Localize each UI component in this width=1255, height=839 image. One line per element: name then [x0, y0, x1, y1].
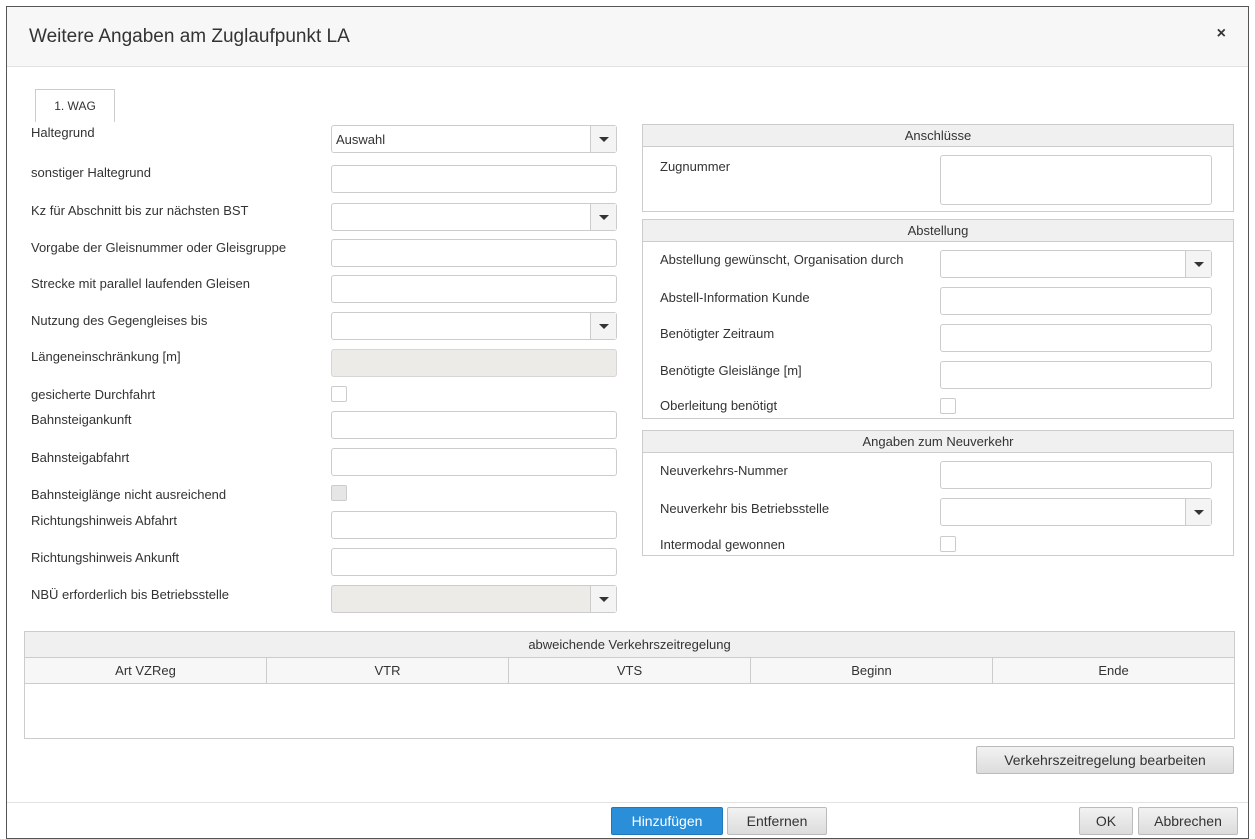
hinzufuegen-button[interactable]: Hinzufügen — [611, 807, 723, 835]
gesicherte-durchfahrt-label: gesicherte Durchfahrt — [31, 387, 156, 402]
laengeneinschraenkung-input — [331, 349, 617, 377]
kz-abschnitt-label: Kz für Abschnitt bis zur nächsten BST — [31, 203, 249, 218]
nbue-select — [331, 585, 617, 613]
column-vts[interactable]: VTS — [509, 658, 751, 684]
column-art-vzreg[interactable]: Art VZReg — [25, 658, 267, 684]
strecke-parallel-input[interactable] — [331, 275, 617, 303]
grid-header: Art VZReg VTR VTS Beginn Ende — [25, 658, 1234, 684]
richtung-abfahrt-label: Richtungshinweis Abfahrt — [31, 513, 177, 528]
verkehrszeitregelung-grid: abweichende Verkehrszeitregelung Art VZR… — [24, 631, 1235, 739]
gesicherte-durchfahrt-checkbox[interactable] — [331, 386, 347, 402]
abstell-information-label: Abstell-Information Kunde — [660, 290, 810, 305]
sonstiger-haltegrund-input[interactable] — [331, 165, 617, 193]
abstellung-organisation-label: Abstellung gewünscht, Organisation durch — [660, 252, 904, 267]
haltegrund-label: Haltegrund — [31, 125, 95, 140]
abstellung-title: Abstellung — [643, 220, 1233, 242]
bahnsteigankunft-input[interactable] — [331, 411, 617, 439]
bahnsteigabfahrt-label: Bahnsteigabfahrt — [31, 450, 130, 465]
chevron-down-icon[interactable] — [1185, 251, 1211, 277]
close-icon[interactable]: × — [1217, 25, 1226, 43]
bahnsteigabfahrt-input[interactable] — [331, 448, 617, 476]
intermodal-label: Intermodal gewonnen — [660, 537, 786, 552]
abbrechen-button[interactable]: Abbrechen — [1138, 807, 1238, 835]
anschluesse-panel: Anschlüsse Zugnummer — [642, 124, 1234, 212]
richtung-ankunft-input[interactable] — [331, 548, 617, 576]
richtung-abfahrt-input[interactable] — [331, 511, 617, 539]
dialog-window: Weitere Angaben am Zuglaufpunkt LA × 1. … — [6, 6, 1249, 839]
anschluesse-title: Anschlüsse — [643, 125, 1233, 147]
zeitraum-input[interactable] — [940, 324, 1212, 352]
entfernen-button[interactable]: Entfernen — [727, 807, 827, 835]
column-ende[interactable]: Ende — [993, 658, 1234, 684]
abstell-information-input[interactable] — [940, 287, 1212, 315]
neuverkehr-panel: Angaben zum Neuverkehr Neuverkehrs-Numme… — [642, 430, 1234, 556]
gleisnummer-input[interactable] — [331, 239, 617, 267]
oberleitung-checkbox[interactable] — [940, 398, 956, 414]
haltegrund-select[interactable]: Auswahl — [331, 125, 617, 153]
zugnummer-label: Zugnummer — [660, 159, 731, 174]
bahnsteiglaenge-label: Bahnsteiglänge nicht ausreichend — [31, 487, 227, 502]
gegengleis-select[interactable] — [331, 312, 617, 340]
sonstiger-haltegrund-label: sonstiger Haltegrund — [31, 165, 151, 180]
nbue-label: NBÜ erforderlich bis Betriebsstelle — [31, 587, 229, 602]
verkehrszeitregelung-bearbeiten-button[interactable]: Verkehrszeitregelung bearbeiten — [976, 746, 1234, 774]
chevron-down-icon — [590, 586, 616, 612]
abstellung-organisation-select[interactable] — [940, 250, 1212, 278]
zeitraum-label: Benötigter Zeitraum — [660, 326, 775, 341]
column-beginn[interactable]: Beginn — [751, 658, 993, 684]
haltegrund-value: Auswahl — [336, 132, 386, 147]
intermodal-checkbox[interactable] — [940, 536, 956, 552]
strecke-parallel-label: Strecke mit parallel laufenden Gleisen — [31, 276, 250, 291]
abstellung-panel: Abstellung Abstellung gewünscht, Organis… — [642, 219, 1234, 419]
chevron-down-icon[interactable] — [590, 126, 616, 152]
laengeneinschraenkung-label: Längeneinschränkung [m] — [31, 349, 181, 364]
bahnsteiglaenge-checkbox — [331, 485, 347, 501]
chevron-down-icon[interactable] — [1185, 499, 1211, 525]
footer-divider — [7, 802, 1248, 803]
chevron-down-icon[interactable] — [590, 204, 616, 230]
oberleitung-label: Oberleitung benötigt — [660, 398, 778, 413]
bahnsteigankunft-label: Bahnsteigankunft — [31, 412, 132, 427]
neuverkehr-betriebsstelle-select[interactable] — [940, 498, 1212, 526]
neuverkehrs-nummer-input[interactable] — [940, 461, 1212, 489]
column-vtr[interactable]: VTR — [267, 658, 509, 684]
neuverkehr-title: Angaben zum Neuverkehr — [643, 431, 1233, 453]
kz-abschnitt-select[interactable] — [331, 203, 617, 231]
richtung-ankunft-label: Richtungshinweis Ankunft — [31, 550, 180, 565]
neuverkehrs-nummer-label: Neuverkehrs-Nummer — [660, 463, 788, 478]
gegengleis-label: Nutzung des Gegengleises bis — [31, 313, 208, 328]
neuverkehr-betriebsstelle-label: Neuverkehr bis Betriebsstelle — [660, 501, 830, 516]
chevron-down-icon[interactable] — [590, 313, 616, 339]
ok-button[interactable]: OK — [1079, 807, 1133, 835]
gleislaenge-label: Benötigte Gleislänge [m] — [660, 363, 802, 378]
gleisnummer-label: Vorgabe der Gleisnummer oder Gleisgruppe — [31, 240, 287, 255]
dialog-titlebar: Weitere Angaben am Zuglaufpunkt LA × — [7, 7, 1248, 67]
zugnummer-input[interactable] — [940, 155, 1212, 205]
dialog-title: Weitere Angaben am Zuglaufpunkt LA — [29, 26, 350, 47]
tab-1-wag[interactable]: 1. WAG — [35, 89, 115, 122]
grid-title: abweichende Verkehrszeitregelung — [25, 632, 1234, 658]
gleislaenge-input[interactable] — [940, 361, 1212, 389]
